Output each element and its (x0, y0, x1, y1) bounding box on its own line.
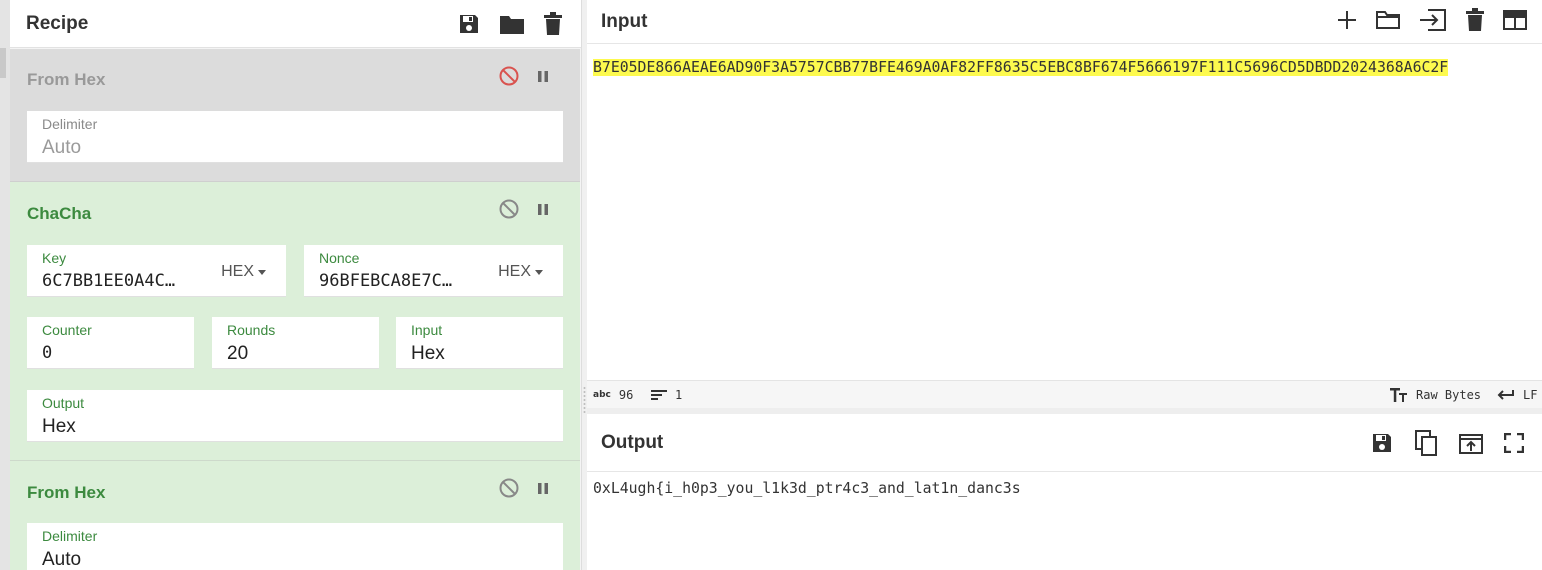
input-status-bar: abc 96 1 Raw Bytes LF (587, 380, 1542, 408)
encoding-selector[interactable]: Raw Bytes (1390, 388, 1481, 402)
counter-value[interactable]: 0 (42, 343, 52, 363)
input-format-field[interactable]: Input Hex (396, 317, 563, 369)
delimiter-value[interactable]: Auto (42, 549, 81, 570)
output-format-field[interactable]: Output Hex (27, 390, 563, 442)
caret-down-icon (535, 269, 543, 275)
pause-icon[interactable] (536, 480, 550, 501)
disable-icon[interactable] (498, 477, 520, 504)
operation-name: ChaCha (27, 204, 92, 223)
cyberchef-app: Recipe From Hex Delimiter Auto ChaCha Ke… (0, 0, 1542, 570)
copy-icon[interactable] (1414, 429, 1438, 457)
import-icon[interactable] (1418, 8, 1448, 32)
key-field[interactable]: Key 6C7BB1EE0A4C… HEX (27, 245, 286, 297)
char-count: 96 (618, 388, 634, 402)
pause-icon[interactable] (536, 68, 550, 89)
save-icon[interactable] (457, 12, 481, 36)
scrollbar[interactable] (0, 0, 10, 570)
line-count: 1 (675, 388, 683, 402)
input-text-value: B7E05DE866AEAE6AD90F3A5757CBB77BFE469A0A… (593, 59, 1449, 76)
output-text[interactable]: 0xL4ugh{i_h0p3_you_l1k3d_ptr4c3_and_lat1… (593, 480, 1021, 497)
key-value[interactable]: 6C7BB1EE0A4C… (42, 271, 175, 291)
key-label: Key (42, 250, 67, 266)
trash-icon[interactable] (543, 12, 563, 36)
eol-selector[interactable]: LF (1497, 388, 1537, 402)
resize-grip-icon[interactable] (583, 386, 586, 416)
fullscreen-icon[interactable] (1504, 433, 1524, 453)
recipe-header: Recipe (10, 0, 581, 48)
input-format-label: Input (411, 322, 443, 338)
input-title: Input (601, 10, 648, 32)
recipe-title: Recipe (26, 12, 89, 34)
input-format-value[interactable]: Hex (411, 343, 445, 365)
output-format-value[interactable]: Hex (42, 416, 76, 438)
input-textarea[interactable]: B7E05DE866AEAE6AD90F3A5757CBB77BFE469A0A… (593, 56, 1538, 80)
nonce-label: Nonce (319, 250, 360, 266)
layout-icon[interactable] (1502, 9, 1528, 31)
encoding-label: Raw Bytes (1416, 388, 1482, 402)
counter-label: Counter (42, 322, 92, 338)
operation-from-hex[interactable]: From Hex Delimiter Auto (10, 461, 580, 570)
key-format-label: HEX (221, 263, 254, 280)
plus-icon[interactable] (1336, 9, 1358, 31)
caret-down-icon (258, 269, 266, 275)
folder-icon[interactable] (1375, 9, 1401, 31)
delimiter-value[interactable]: Auto (42, 137, 81, 159)
delimiter-field[interactable]: Delimiter Auto (27, 523, 563, 570)
trash-icon[interactable] (1465, 8, 1485, 32)
key-format-dropdown[interactable]: HEX (221, 263, 266, 281)
nonce-format-label: HEX (498, 263, 531, 280)
nonce-format-dropdown[interactable]: HEX (498, 263, 543, 281)
operation-name: From Hex (27, 70, 106, 89)
pause-icon[interactable] (536, 201, 550, 222)
counter-field[interactable]: Counter 0 (27, 317, 194, 369)
nonce-value[interactable]: 96BFEBCA8E7C… (319, 271, 452, 291)
output-format-label: Output (42, 395, 85, 411)
rounds-label: Rounds (227, 322, 276, 338)
replace-input-icon[interactable] (1458, 431, 1484, 455)
lines-icon (651, 390, 667, 400)
folder-icon[interactable] (499, 13, 525, 35)
delimiter-label: Delimiter (42, 116, 98, 132)
operation-name: From Hex (27, 483, 106, 502)
operation-from-hex-disabled[interactable]: From Hex Delimiter Auto (10, 49, 580, 182)
nonce-field[interactable]: Nonce 96BFEBCA8E7C… HEX (304, 245, 563, 297)
delimiter-field[interactable]: Delimiter Auto (27, 111, 563, 163)
output-header: Output (587, 414, 1542, 472)
return-icon (1497, 390, 1514, 400)
delimiter-label: Delimiter (42, 528, 98, 544)
rounds-value[interactable]: 20 (227, 343, 248, 365)
disable-icon[interactable] (498, 65, 520, 92)
input-header: Input (587, 0, 1542, 44)
chars-icon: abc (593, 390, 611, 400)
output-title: Output (601, 431, 664, 453)
disable-icon[interactable] (498, 198, 520, 225)
input-pane: Input B7E05DE866AEAE6AD90F3A5757CBB77BFE… (587, 0, 1542, 408)
rounds-field[interactable]: Rounds 20 (212, 317, 379, 369)
scrollbar-thumb[interactable] (0, 48, 6, 78)
text-size-icon (1390, 388, 1407, 402)
eol-label: LF (1523, 388, 1538, 402)
recipe-pane: Recipe From Hex Delimiter Auto ChaCha Ke… (0, 0, 582, 570)
output-pane: Output 0xL4ugh{i_h0p3_you_l1k3d_ptr4c3_a… (587, 414, 1542, 570)
operation-chacha[interactable]: ChaCha Key 6C7BB1EE0A4C… HEX Nonce 96BFE… (10, 182, 580, 461)
save-icon[interactable] (1370, 431, 1394, 455)
